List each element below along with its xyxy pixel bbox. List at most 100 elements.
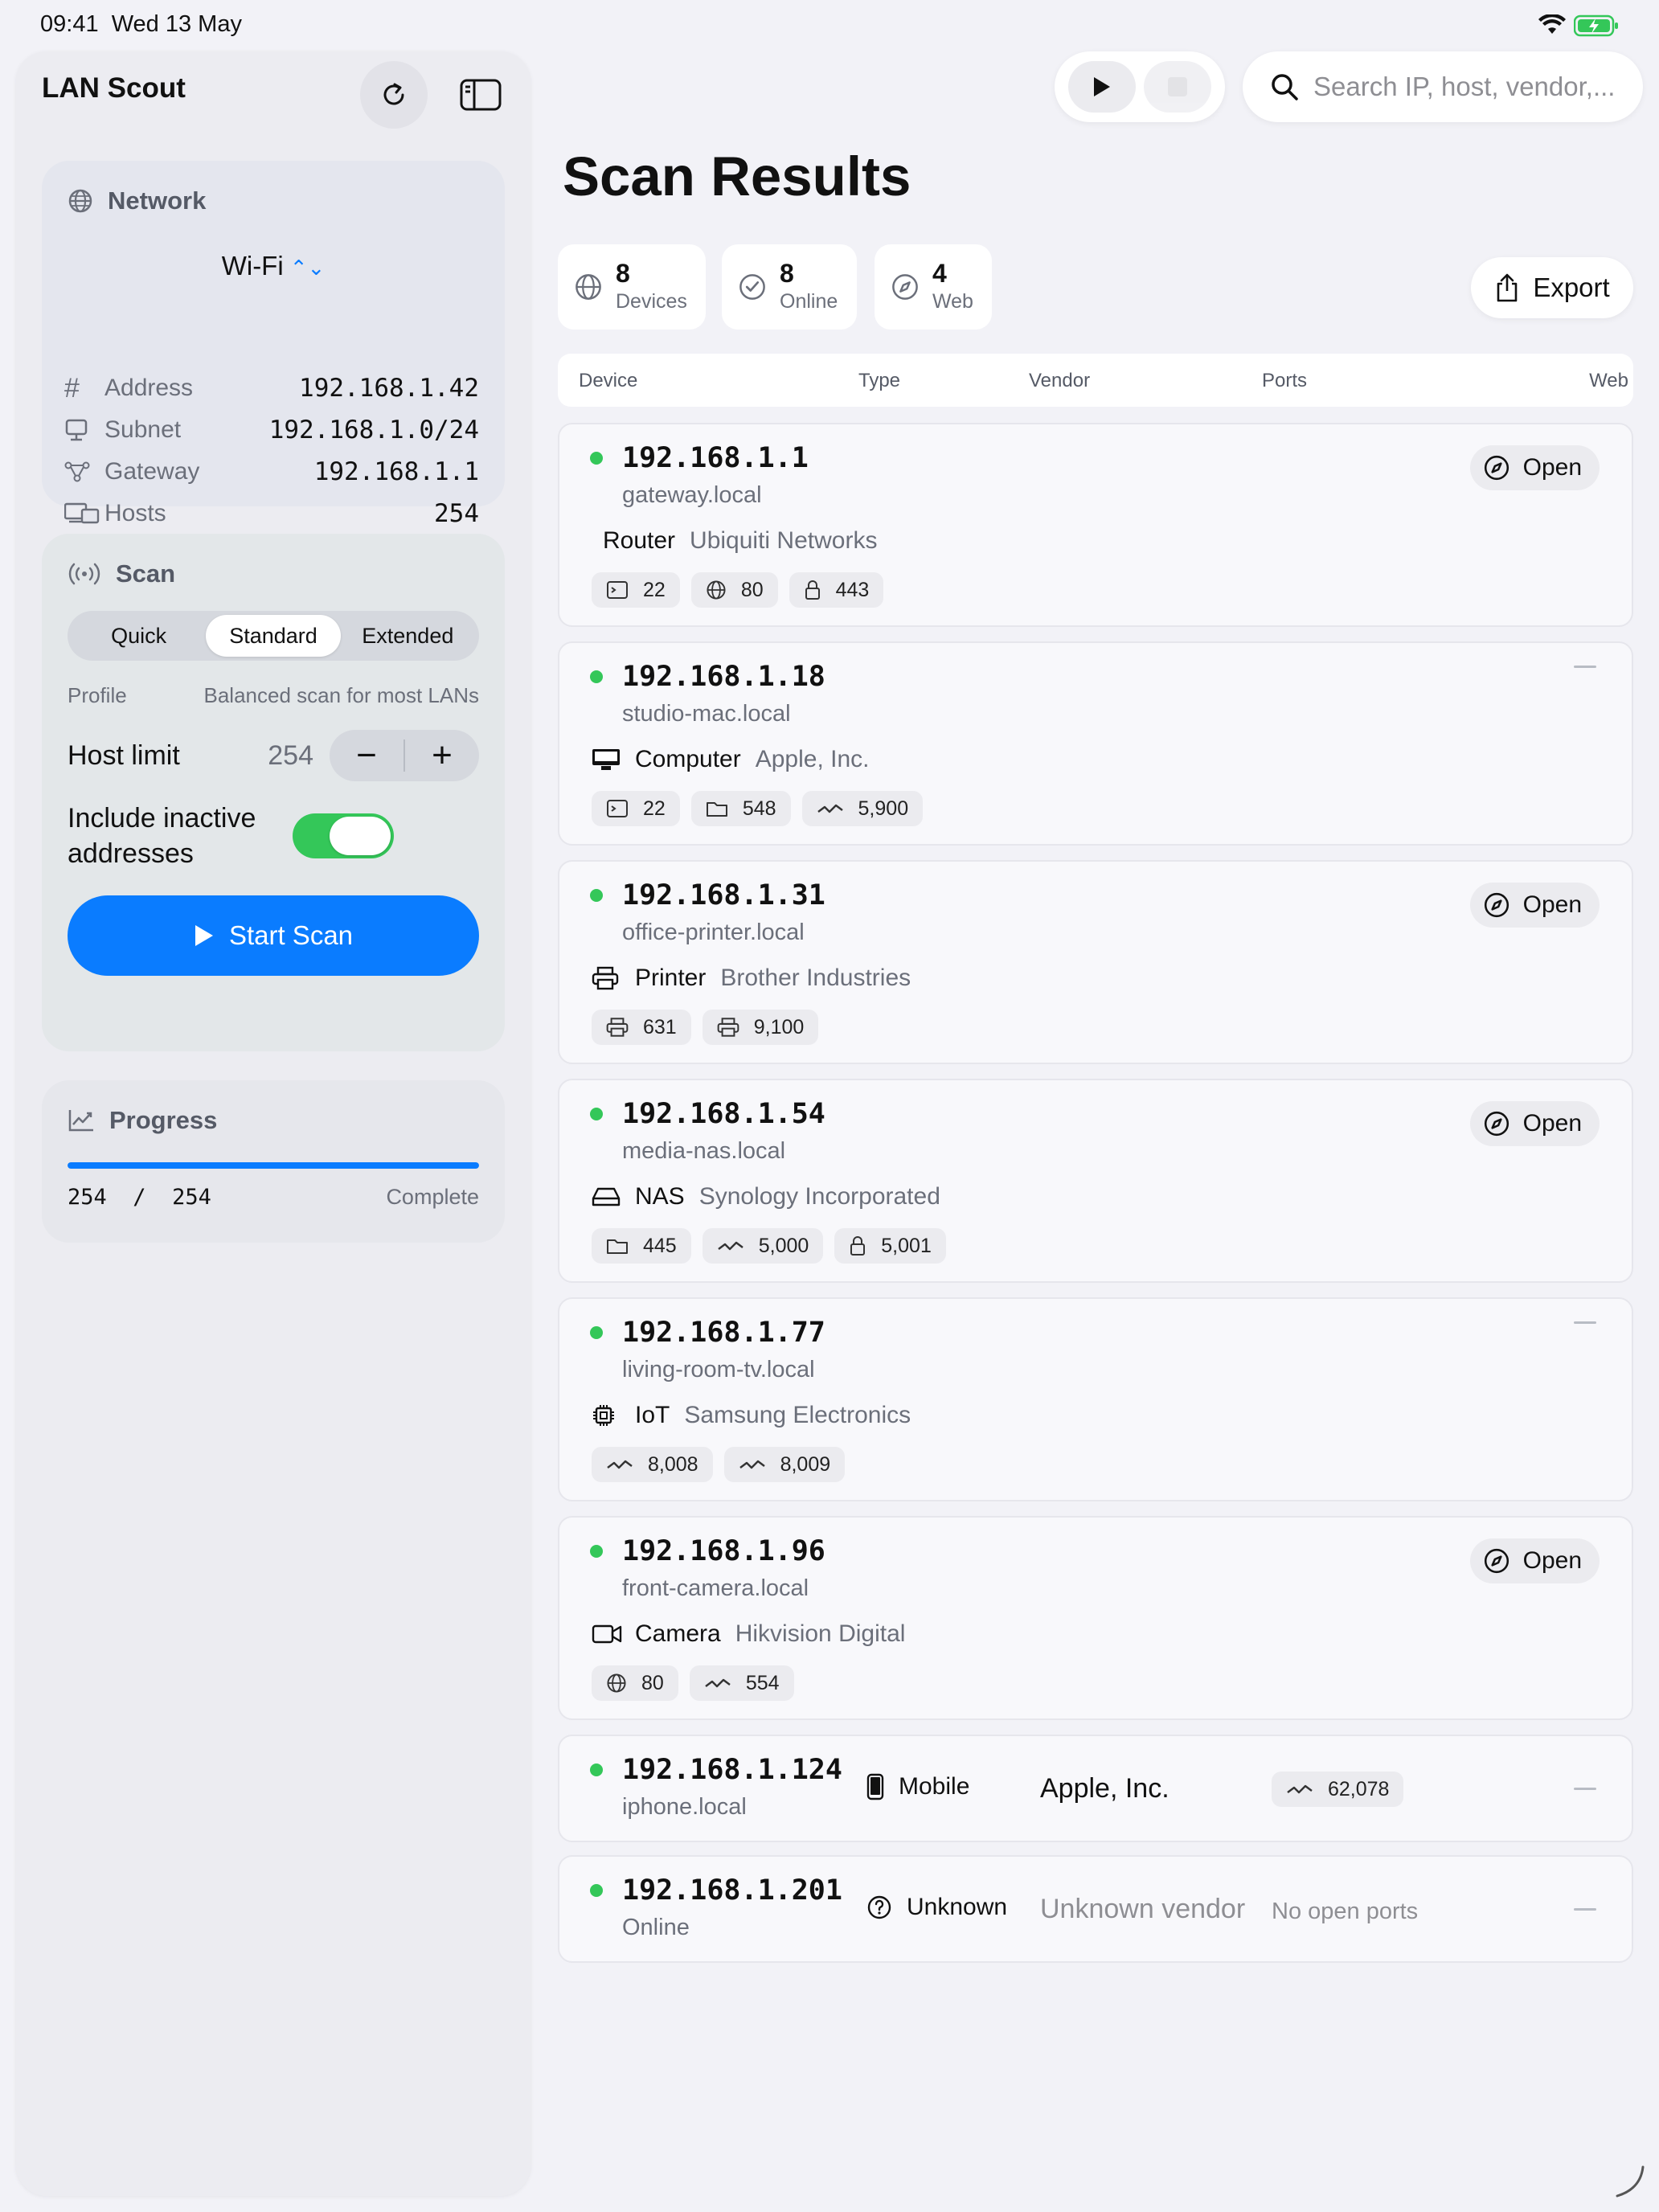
device-vendor: Brother Industries	[720, 965, 911, 991]
scan-mode-segmented-control: Quick Standard Extended	[68, 611, 479, 661]
status-time: 09:41 Wed 13 May	[40, 11, 242, 37]
device-type-line: Computer Apple, Inc.	[592, 746, 869, 773]
increment-button[interactable]: +	[405, 730, 479, 781]
port-chip: 8,009	[723, 1447, 846, 1482]
device-row[interactable]: 192.168.1.124 iphone.local Mobile Apple,…	[558, 1735, 1633, 1842]
device-type: Printer	[635, 965, 707, 991]
stop-button[interactable]	[1144, 61, 1211, 113]
interface-value: Wi-Fi	[221, 251, 284, 281]
column-vendor[interactable]: Vendor	[1029, 370, 1090, 392]
online-indicator	[590, 452, 603, 465]
host-limit-label: Host limit	[68, 739, 180, 771]
gateway-row: Gateway 192.168.1.1	[64, 452, 479, 492]
scan-card: Scan Quick Standard Extended Profile Bal…	[42, 534, 505, 1051]
include-inactive-toggle[interactable]	[293, 813, 394, 858]
antenna-waves-icon	[68, 563, 100, 585]
refresh-button[interactable]	[360, 61, 428, 129]
online-indicator	[590, 889, 603, 902]
column-web[interactable]: Web	[1589, 370, 1628, 392]
checkmark-circle-icon	[739, 274, 765, 300]
device-type: Camera	[635, 1620, 721, 1647]
port-list: 445 5,000 5,001	[592, 1228, 946, 1264]
printer-icon	[717, 1018, 739, 1037]
device-row[interactable]: 192.168.1.77 living-room-tv.local IoT Sa…	[558, 1297, 1633, 1501]
host-limit-stepper: − +	[330, 730, 479, 781]
column-type[interactable]: Type	[858, 370, 900, 392]
profile-value: Balanced scan for most LANs	[203, 683, 480, 707]
play-button[interactable]	[1068, 61, 1136, 113]
port-chip: 5,001	[834, 1228, 946, 1264]
waveform-icon	[1287, 1784, 1313, 1794]
port-chip: 554	[689, 1665, 794, 1701]
profile-label: Profile	[68, 683, 127, 707]
waveform-icon	[705, 1678, 731, 1688]
device-host: studio-mac.local	[622, 701, 791, 727]
decrement-button[interactable]: −	[330, 730, 403, 781]
device-ip: 192.168.1.96	[622, 1535, 825, 1567]
device-type: Unknown	[907, 1894, 1008, 1920]
device-row[interactable]: 192.168.1.54 media-nas.local NAS Synolog…	[558, 1079, 1633, 1283]
device-type: NAS	[635, 1183, 685, 1210]
device-type-line: Printer Brother Industries	[592, 965, 911, 992]
resize-handle-icon[interactable]	[1611, 2162, 1648, 2199]
device-type-line: NAS Synology Incorporated	[592, 1183, 940, 1210]
globe-icon	[576, 274, 601, 300]
device-host: iphone.local	[622, 1794, 747, 1820]
device-vendor: Apple, Inc.	[755, 746, 870, 772]
printer-icon	[592, 966, 624, 990]
device-row[interactable]: 192.168.1.31 office-printer.local Printe…	[558, 860, 1633, 1064]
address-row: # Address 192.168.1.42	[64, 372, 479, 403]
device-type-cell: Mobile	[866, 1773, 969, 1800]
progress-heading: Progress	[68, 1106, 217, 1135]
online-indicator	[590, 1545, 603, 1558]
sidebar-toggle-button[interactable]	[447, 61, 514, 129]
profile-row: Profile Balanced scan for most LANs	[68, 683, 479, 708]
port-chip: 5,900	[801, 791, 924, 826]
open-web-button[interactable]: Open	[1469, 1538, 1600, 1583]
column-ports[interactable]: Ports	[1262, 370, 1307, 392]
app-title: LAN Scout	[42, 72, 186, 104]
device-row[interactable]: 192.168.1.18 studio-mac.local Computer A…	[558, 641, 1633, 846]
search-placeholder: Search IP, host, vendor,...	[1313, 72, 1616, 101]
compass-icon	[1484, 892, 1509, 918]
stat-devices: 8 Devices	[558, 244, 706, 330]
lock-icon	[805, 580, 820, 600]
address-value: 192.168.1.42	[299, 374, 479, 403]
scan-controls	[1055, 51, 1225, 122]
scan-mode-standard[interactable]: Standard	[206, 615, 341, 657]
port-chip: 445	[592, 1228, 691, 1264]
hosts-value: 254	[434, 499, 479, 528]
port-list: 8,008 8,009	[592, 1447, 846, 1482]
scan-mode-quick[interactable]: Quick	[72, 615, 206, 657]
open-web-button[interactable]: Open	[1469, 445, 1600, 490]
page-title: Scan Results	[563, 145, 911, 207]
stat-devices-label: Devices	[616, 290, 687, 313]
online-indicator	[590, 1763, 603, 1776]
device-vendor: Ubiquiti Networks	[690, 527, 878, 554]
monitor-icon	[64, 418, 100, 442]
device-row[interactable]: 192.168.1.96 front-camera.local Camera H…	[558, 1516, 1633, 1720]
port-list: 631 9,100	[592, 1010, 819, 1045]
device-row[interactable]: 192.168.1.201 Online Unknown Unknown ven…	[558, 1855, 1633, 1963]
lock-icon	[850, 1236, 866, 1256]
compass-icon	[892, 274, 918, 300]
device-row[interactable]: 192.168.1.1 gateway.local Router Ubiquit…	[558, 423, 1633, 627]
export-button[interactable]: Export	[1471, 257, 1633, 318]
device-ip: 192.168.1.1	[622, 442, 809, 474]
stat-online-label: Online	[780, 290, 838, 313]
device-host: front-camera.local	[622, 1575, 809, 1601]
question-circle-icon	[867, 1895, 891, 1919]
column-device[interactable]: Device	[579, 370, 637, 392]
device-ip: 192.168.1.18	[622, 661, 825, 693]
network-nodes-icon	[64, 461, 100, 483]
interface-picker[interactable]: Wi-Fi ⌃⌄	[42, 251, 505, 281]
open-web-button[interactable]: Open	[1469, 883, 1600, 928]
search-field[interactable]: Search IP, host, vendor,...	[1243, 51, 1643, 122]
start-scan-button[interactable]: Start Scan	[68, 895, 479, 976]
scan-mode-extended[interactable]: Extended	[341, 615, 475, 657]
open-web-button[interactable]: Open	[1469, 1101, 1600, 1146]
port-chip: 548	[690, 791, 791, 826]
device-type-cell: Unknown	[866, 1894, 1007, 1921]
progress-count: 254 / 254	[68, 1185, 211, 1210]
waveform-icon	[717, 1241, 743, 1251]
